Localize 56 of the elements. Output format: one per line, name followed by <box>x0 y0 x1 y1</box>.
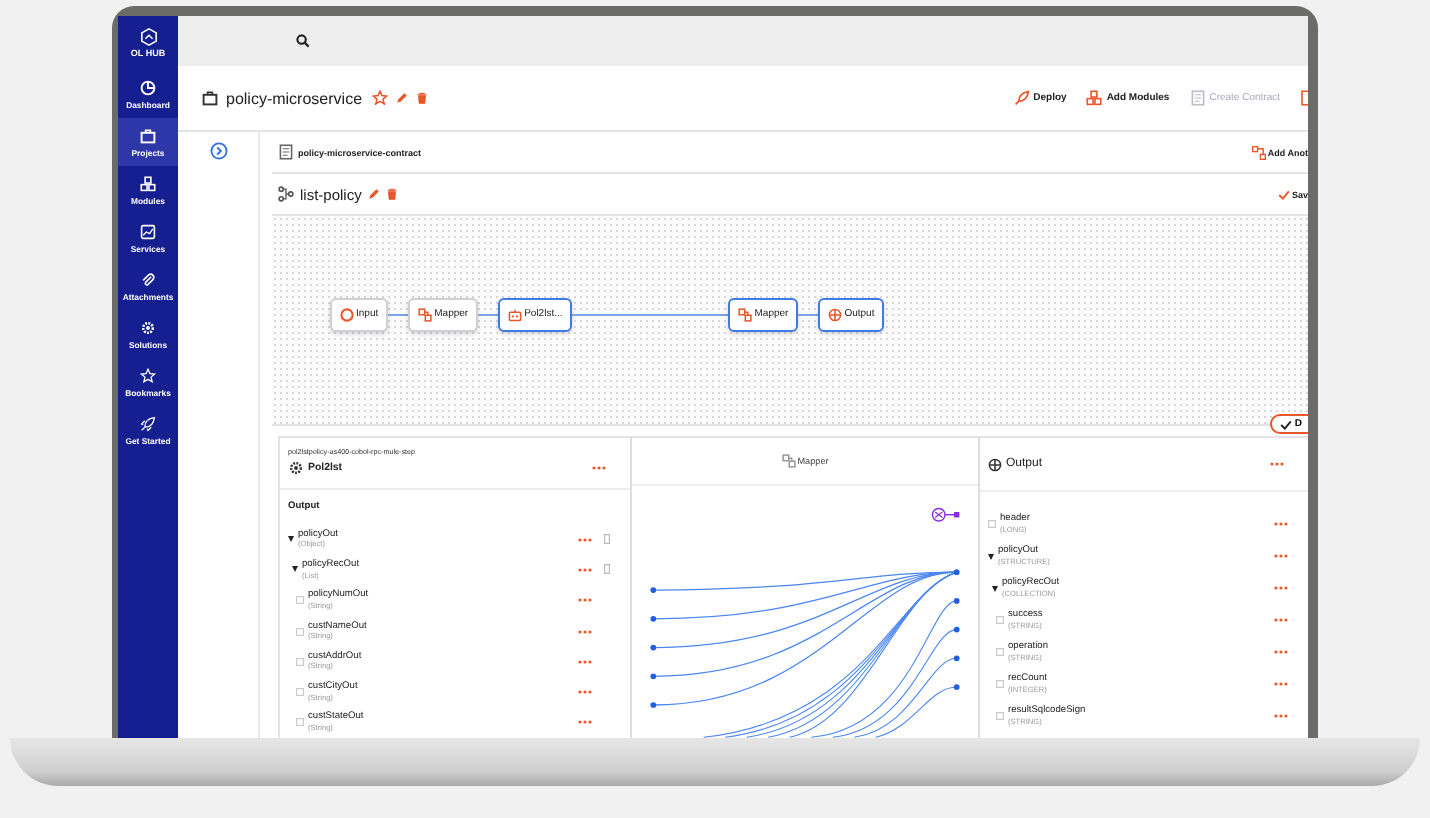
cubes-icon <box>1086 90 1103 106</box>
star-icon[interactable] <box>372 90 389 106</box>
output-icon <box>828 307 843 321</box>
connector-line <box>478 313 499 315</box>
collapse-triangle-icon[interactable] <box>292 566 298 573</box>
more-icon[interactable] <box>578 598 592 603</box>
hexagon-logo-icon <box>139 28 157 46</box>
paperclip-icon <box>140 272 156 288</box>
monitor-icon <box>140 224 156 240</box>
more-icon[interactable] <box>578 690 592 695</box>
robot-icon <box>508 307 523 321</box>
checkbox-icon[interactable] <box>988 520 996 528</box>
mapper-icon <box>738 307 753 321</box>
project-title: policy-microservice <box>226 89 363 107</box>
gear-icon <box>140 320 156 336</box>
checkbox-icon[interactable] <box>996 648 1004 656</box>
checkbox-icon[interactable] <box>996 712 1004 720</box>
mapper-icon <box>418 307 433 321</box>
more-icon[interactable] <box>578 567 592 572</box>
star-icon <box>140 368 156 384</box>
circle-icon <box>340 307 354 321</box>
pencil-icon[interactable] <box>367 188 380 200</box>
checkmark-icon <box>1280 419 1293 429</box>
checkbox-icon[interactable] <box>996 616 1004 624</box>
more-icon[interactable] <box>578 537 592 542</box>
briefcase-icon <box>140 128 156 144</box>
more-icon[interactable] <box>578 720 592 725</box>
pencil-icon[interactable] <box>396 92 409 104</box>
connector-line <box>388 313 409 315</box>
checkmark-icon <box>1277 189 1290 199</box>
gear-icon <box>288 460 304 477</box>
collapse-triangle-icon[interactable] <box>988 553 994 559</box>
connector-line <box>798 313 819 315</box>
flow-icon <box>278 186 294 202</box>
nodes-icon <box>1251 145 1266 159</box>
output-icon <box>988 457 1002 471</box>
drag-handle-icon[interactable] <box>604 534 610 545</box>
expand-icon[interactable] <box>209 142 227 160</box>
briefcase-icon <box>202 90 218 106</box>
checkbox-icon[interactable] <box>296 688 304 697</box>
checkbox-icon[interactable] <box>296 718 304 727</box>
pie-chart-icon <box>140 80 156 96</box>
mapper-icon <box>781 454 796 469</box>
cubes-icon <box>140 176 156 192</box>
checkbox-icon[interactable] <box>296 596 304 605</box>
checkbox-icon[interactable] <box>296 657 304 666</box>
drag-handle-icon[interactable] <box>604 564 610 575</box>
trash-icon[interactable] <box>385 188 398 200</box>
trash-icon[interactable] <box>416 92 429 104</box>
checkbox-icon[interactable] <box>296 627 304 635</box>
more-icon[interactable] <box>578 659 592 664</box>
more-icon[interactable] <box>592 466 606 471</box>
collapse-triangle-icon[interactable] <box>992 585 998 591</box>
collapse-triangle-icon[interactable] <box>288 536 294 543</box>
checkbox-icon[interactable] <box>996 680 1004 688</box>
search-icon[interactable] <box>296 34 310 48</box>
